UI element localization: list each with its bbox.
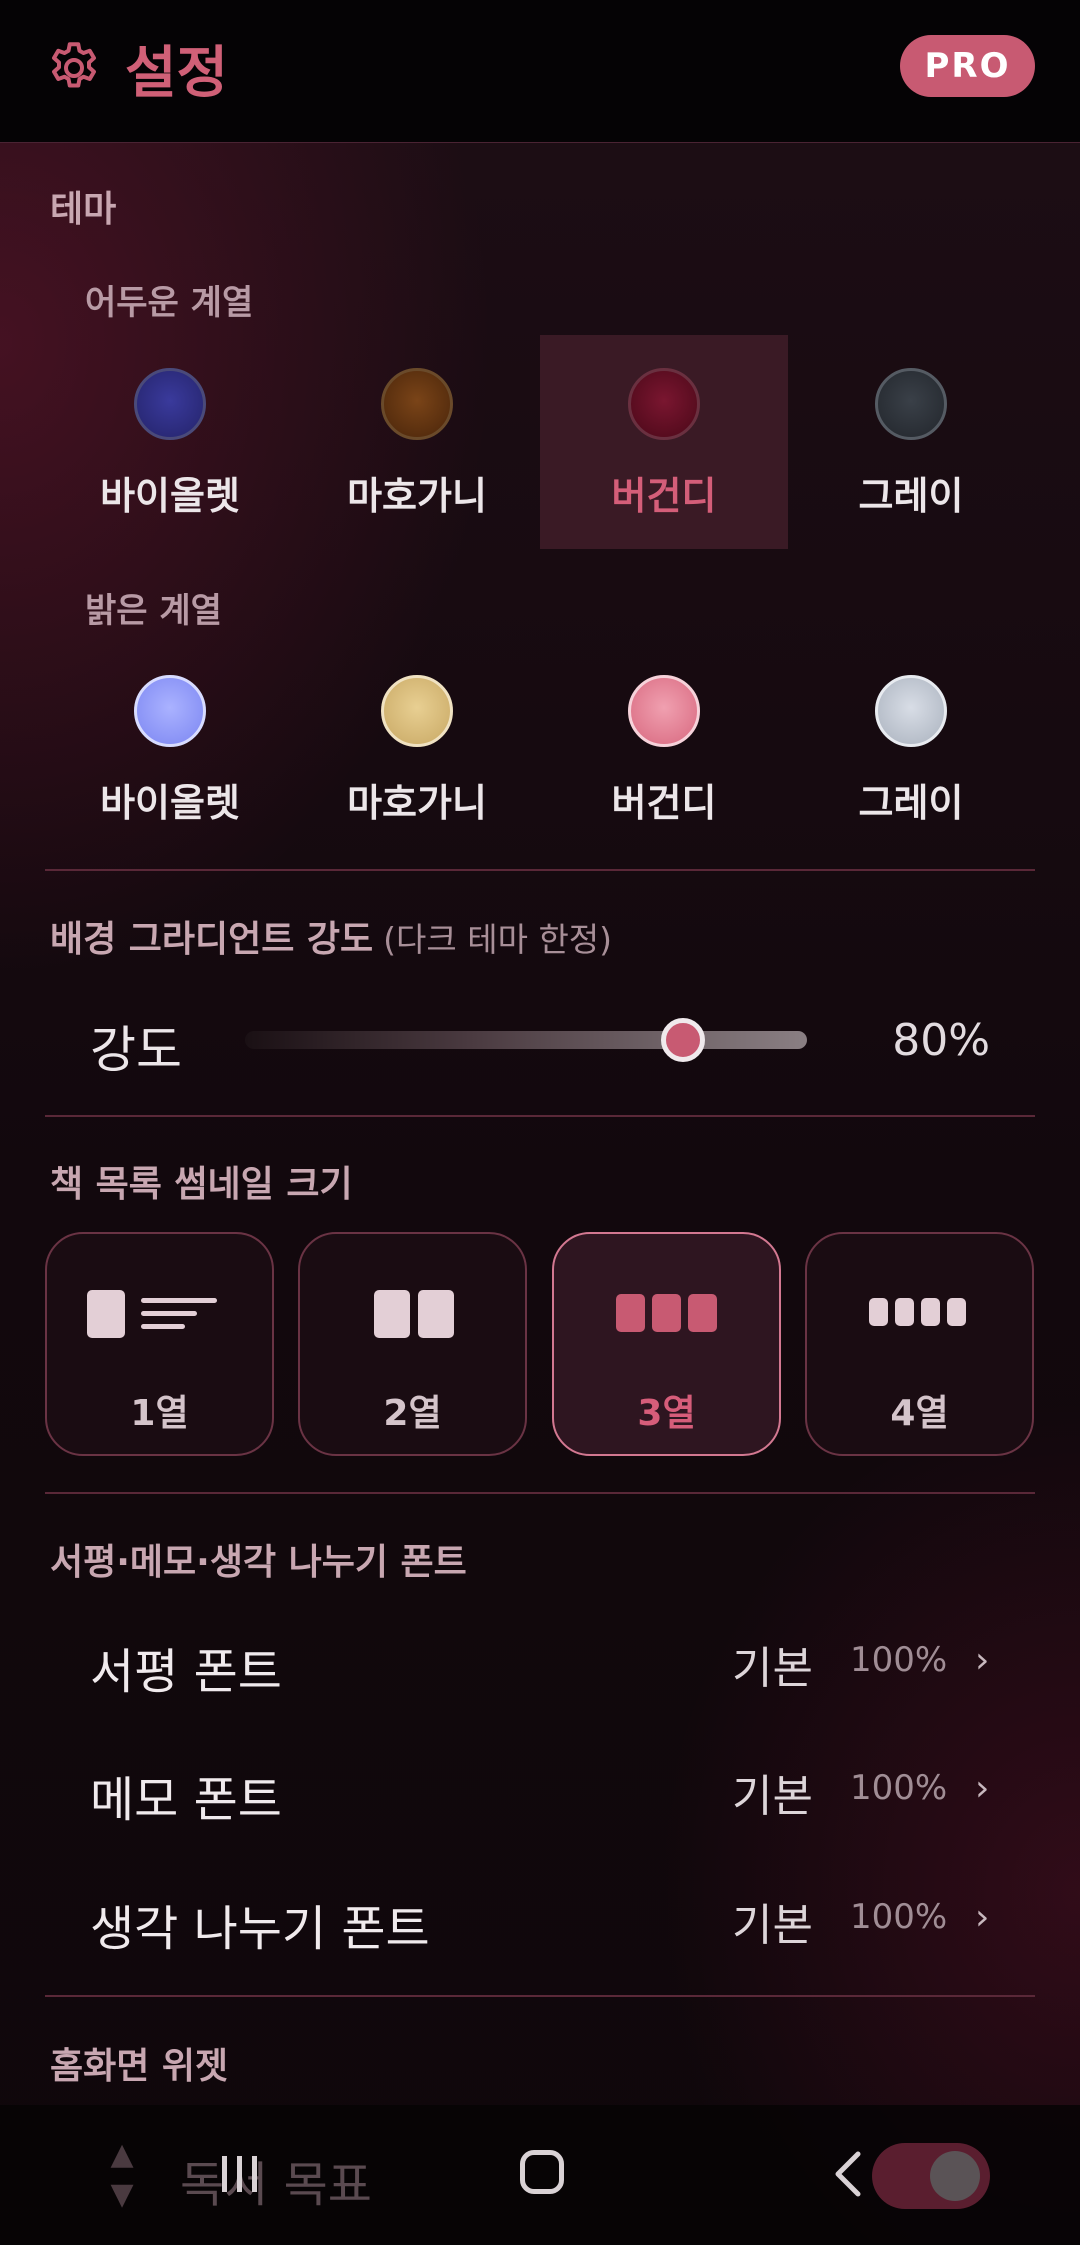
gradient-section-title: 배경 그라디언트 강도 (다크 테마 한정) — [50, 910, 612, 962]
thumbnail-option-2col[interactable]: 2열 — [298, 1232, 527, 1456]
theme-label: 그레이 — [858, 474, 964, 518]
reading-goal-toggle[interactable] — [872, 2143, 990, 2209]
gear-icon — [52, 42, 96, 88]
row-label: 서평 폰트 — [90, 1644, 282, 1700]
row-value: 기본 — [732, 1771, 813, 1822]
home-icon[interactable] — [520, 2150, 564, 2194]
row-percent: 100% — [850, 1768, 948, 1808]
thumbnail-option-4col[interactable]: 4열 — [805, 1232, 1034, 1456]
theme-label: 버건디 — [611, 474, 717, 518]
gradient-note: (다크 테마 한정) — [383, 920, 613, 959]
layout-1col-icon — [87, 1290, 125, 1338]
layout-2col-icon — [418, 1290, 454, 1338]
layout-3col-icon — [688, 1294, 717, 1332]
divider — [45, 869, 1035, 871]
layout-4col-icon — [895, 1298, 914, 1326]
text-line-icon — [141, 1311, 197, 1316]
top-app-bar: 설정 PRO — [0, 0, 1080, 143]
layout-4col-icon — [921, 1298, 940, 1326]
theme-light-burgundy[interactable]: 버건디 — [540, 642, 788, 856]
chevron-right-icon: › — [975, 1640, 990, 1681]
theme-light-gray[interactable]: 그레이 — [787, 642, 1035, 856]
layout-4col-icon — [947, 1298, 966, 1326]
row-value: 기본 — [732, 1643, 813, 1694]
divider — [45, 1492, 1035, 1494]
theme-light-mahogany[interactable]: 마호가니 — [293, 642, 541, 856]
back-icon[interactable] — [828, 2150, 868, 2198]
theme-dark-violet[interactable]: 바이올렛 — [46, 335, 294, 549]
intensity-value: 80% — [892, 1015, 990, 1066]
option-label: 4열 — [890, 1393, 949, 1434]
toggle-knob — [930, 2151, 980, 2201]
row-label: 생각 나누기 폰트 — [90, 1901, 430, 1957]
theme-light-violet[interactable]: 바이올렛 — [46, 642, 294, 856]
layout-4col-icon — [869, 1298, 888, 1326]
reorder-arrows-icon[interactable]: ▲ ▼ — [102, 2135, 142, 2215]
sharing-font-row[interactable]: 생각 나누기 폰트 기본 100% › — [0, 1869, 1080, 1969]
light-theme-group-label: 밝은 계열 — [85, 591, 222, 631]
intensity-label: 강도 — [90, 1021, 182, 1079]
theme-dark-burgundy[interactable]: 버건디 — [540, 335, 788, 549]
pro-badge[interactable]: PRO — [900, 35, 1035, 97]
layout-2col-icon — [374, 1290, 410, 1338]
row-percent: 100% — [850, 1897, 948, 1937]
swatch-dark-violet — [134, 368, 206, 440]
thumbnail-section-title: 책 목록 썸네일 크기 — [50, 1164, 353, 1205]
reading-goal-label: 독서 목표 — [180, 2157, 372, 2213]
divider — [45, 1995, 1035, 1997]
swatch-dark-gray — [875, 368, 947, 440]
thumbnail-option-1col[interactable]: 1열 — [45, 1232, 274, 1456]
theme-label: 마호가니 — [347, 781, 487, 825]
gradient-title-text: 배경 그라디언트 강도 — [50, 919, 374, 960]
page-title: 설정 — [125, 41, 229, 106]
intensity-slider-track[interactable] — [245, 1031, 807, 1049]
swatch-dark-mahogany — [381, 368, 453, 440]
swatch-dark-burgundy — [628, 368, 700, 440]
dark-theme-group-label: 어두운 계열 — [85, 283, 254, 323]
memo-font-row[interactable]: 메모 폰트 기본 100% › — [0, 1740, 1080, 1840]
text-line-icon — [141, 1298, 217, 1303]
row-label: 메모 폰트 — [90, 1772, 282, 1828]
swatch-light-mahogany — [381, 675, 453, 747]
swatch-light-burgundy — [628, 675, 700, 747]
row-percent: 100% — [850, 1640, 948, 1680]
theme-label: 그레이 — [858, 781, 964, 825]
swatch-light-gray — [875, 675, 947, 747]
layout-3col-icon — [616, 1294, 645, 1332]
recent-apps-icon[interactable] — [216, 2152, 264, 2196]
chevron-right-icon: › — [975, 1897, 990, 1938]
option-label: 1열 — [130, 1393, 189, 1434]
theme-section-title: 테마 — [50, 189, 117, 230]
chevron-right-icon: › — [975, 1768, 990, 1809]
theme-label: 바이올렛 — [100, 781, 240, 825]
theme-label: 버건디 — [611, 781, 717, 825]
theme-dark-gray[interactable]: 그레이 — [787, 335, 1035, 549]
theme-dark-mahogany[interactable]: 마호가니 — [293, 335, 541, 549]
option-label: 2열 — [383, 1393, 442, 1434]
option-label: 3열 — [637, 1393, 696, 1434]
fonts-section-title: 서평·메모·생각 나누기 폰트 — [50, 1542, 467, 1583]
layout-3col-icon — [652, 1294, 681, 1332]
widget-section-title: 홈화면 위젯 — [50, 2046, 229, 2087]
swatch-light-violet — [134, 675, 206, 747]
row-value: 기본 — [732, 1900, 813, 1951]
divider — [45, 1115, 1035, 1117]
text-line-icon — [141, 1324, 185, 1329]
thumbnail-option-3col[interactable]: 3열 — [552, 1232, 781, 1456]
theme-label: 바이올렛 — [100, 474, 240, 518]
theme-label: 마호가니 — [347, 474, 487, 518]
review-font-row[interactable]: 서평 폰트 기본 100% › — [0, 1612, 1080, 1712]
